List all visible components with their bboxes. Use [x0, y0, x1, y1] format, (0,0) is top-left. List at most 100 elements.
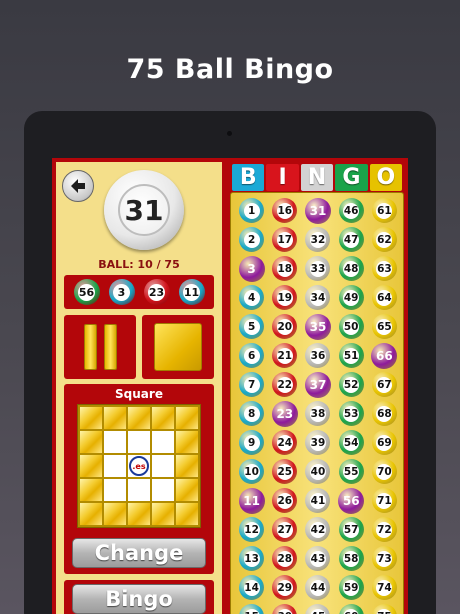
pattern-grid: .es — [77, 404, 201, 528]
called-number-ball: 3 — [238, 255, 265, 282]
ball-number: 57 — [343, 521, 360, 538]
pattern-cell — [104, 503, 126, 525]
ball-number: 19 — [276, 289, 293, 306]
board-cell: 63 — [368, 254, 401, 283]
board-cell: 50 — [335, 312, 368, 341]
ball-number: 22 — [276, 376, 293, 393]
change-pattern-button[interactable]: Change — [72, 538, 206, 568]
ball-number: 52 — [343, 376, 360, 393]
ball-number: 21 — [276, 347, 293, 364]
board-cell: 27 — [268, 515, 301, 544]
number-ball: 43 — [305, 546, 331, 571]
recent-ball: 56 — [73, 279, 100, 305]
board-cell: 5 — [235, 312, 268, 341]
board-cell: 26 — [268, 486, 301, 515]
pattern-cell: .es — [128, 455, 150, 477]
number-ball: 24 — [272, 430, 298, 455]
pattern-cell — [80, 503, 102, 525]
pattern-cell — [176, 503, 198, 525]
number-ball: 67 — [371, 372, 397, 397]
back-button[interactable] — [62, 170, 94, 202]
pattern-cell — [176, 479, 198, 501]
called-number-ball: 35 — [304, 313, 331, 340]
number-ball: 36 — [305, 343, 331, 368]
ball-number: 14 — [243, 579, 260, 596]
ball-number: 74 — [376, 579, 393, 596]
stop-button[interactable] — [142, 315, 214, 379]
ball-number: 26 — [276, 492, 293, 509]
ball-number: 62 — [376, 231, 393, 248]
ball-number: 75 — [376, 608, 393, 614]
recent-balls: 56 3 23 11 — [64, 275, 214, 309]
recent-ball: 3 — [108, 279, 135, 305]
ball-number: 40 — [309, 463, 326, 480]
ball-number: 23 — [276, 406, 294, 421]
board-cell: 18 — [268, 254, 301, 283]
board-cell: 47 — [335, 225, 368, 254]
ball-number: 69 — [376, 434, 393, 451]
number-ball: 48 — [338, 256, 364, 281]
pause-bar-right — [103, 324, 117, 370]
board-cell: 3 — [235, 254, 268, 283]
number-ball: 70 — [371, 459, 397, 484]
ball-number: 2 — [243, 231, 260, 248]
ball-number: 29 — [276, 579, 293, 596]
current-ball-number: 31 — [118, 184, 170, 236]
board-cell: 39 — [301, 428, 334, 457]
current-ball: 31 — [104, 170, 184, 250]
ball-number: 1 — [243, 202, 260, 219]
bingo-button[interactable]: Bingo — [72, 584, 206, 614]
ball-number: 51 — [343, 347, 360, 364]
number-ball: 20 — [272, 314, 298, 339]
pattern-cell — [80, 479, 102, 501]
pattern-cell — [152, 431, 174, 453]
header-letter-b: B — [232, 164, 265, 191]
board-cell: 32 — [301, 225, 334, 254]
number-ball: 6 — [239, 343, 265, 368]
number-ball: 51 — [338, 343, 364, 368]
number-ball: 12 — [239, 517, 265, 542]
number-ball: 22 — [272, 372, 298, 397]
ball-number: 41 — [309, 492, 326, 509]
board-cell: 60 — [335, 602, 368, 614]
ball-number: 3 — [247, 261, 256, 276]
camera-dot — [227, 131, 232, 136]
number-ball: 7 — [239, 372, 265, 397]
number-ball: 55 — [338, 459, 364, 484]
ball-number: 7 — [243, 376, 260, 393]
ball-number: 8 — [243, 405, 260, 422]
number-ball: 62 — [371, 227, 397, 252]
ball-number: 10 — [243, 463, 260, 480]
board-cell: 48 — [335, 254, 368, 283]
pause-button[interactable] — [64, 315, 136, 379]
pattern-cell — [80, 455, 102, 477]
board-cell: 64 — [368, 283, 401, 312]
pattern-cell — [176, 455, 198, 477]
pattern-cell — [80, 431, 102, 453]
board-cell: 56 — [335, 486, 368, 515]
stop-icon — [154, 323, 202, 371]
ball-number: 4 — [243, 289, 260, 306]
board-cell: 22 — [268, 370, 301, 399]
ball-number: 16 — [276, 202, 293, 219]
ball-number: 53 — [343, 405, 360, 422]
pattern-cell — [176, 431, 198, 453]
pattern-cell — [152, 455, 174, 477]
ball-number: 23 — [148, 283, 165, 301]
board-cell: 31 — [301, 196, 334, 225]
pattern-cell — [176, 407, 198, 429]
number-ball: 10 — [239, 459, 265, 484]
ball-number: 44 — [309, 579, 326, 596]
board-cell: 19 — [268, 283, 301, 312]
board-cell: 23 — [268, 399, 301, 428]
pattern-cell — [104, 407, 126, 429]
pattern-cell — [104, 455, 126, 477]
number-ball: 16 — [272, 198, 298, 223]
number-ball: 4 — [239, 285, 265, 310]
number-ball: 21 — [272, 343, 298, 368]
board-cell: 17 — [268, 225, 301, 254]
board-cell: 14 — [235, 573, 268, 602]
ball-number: 32 — [309, 231, 326, 248]
board-cell: 24 — [268, 428, 301, 457]
number-ball: 44 — [305, 575, 331, 600]
